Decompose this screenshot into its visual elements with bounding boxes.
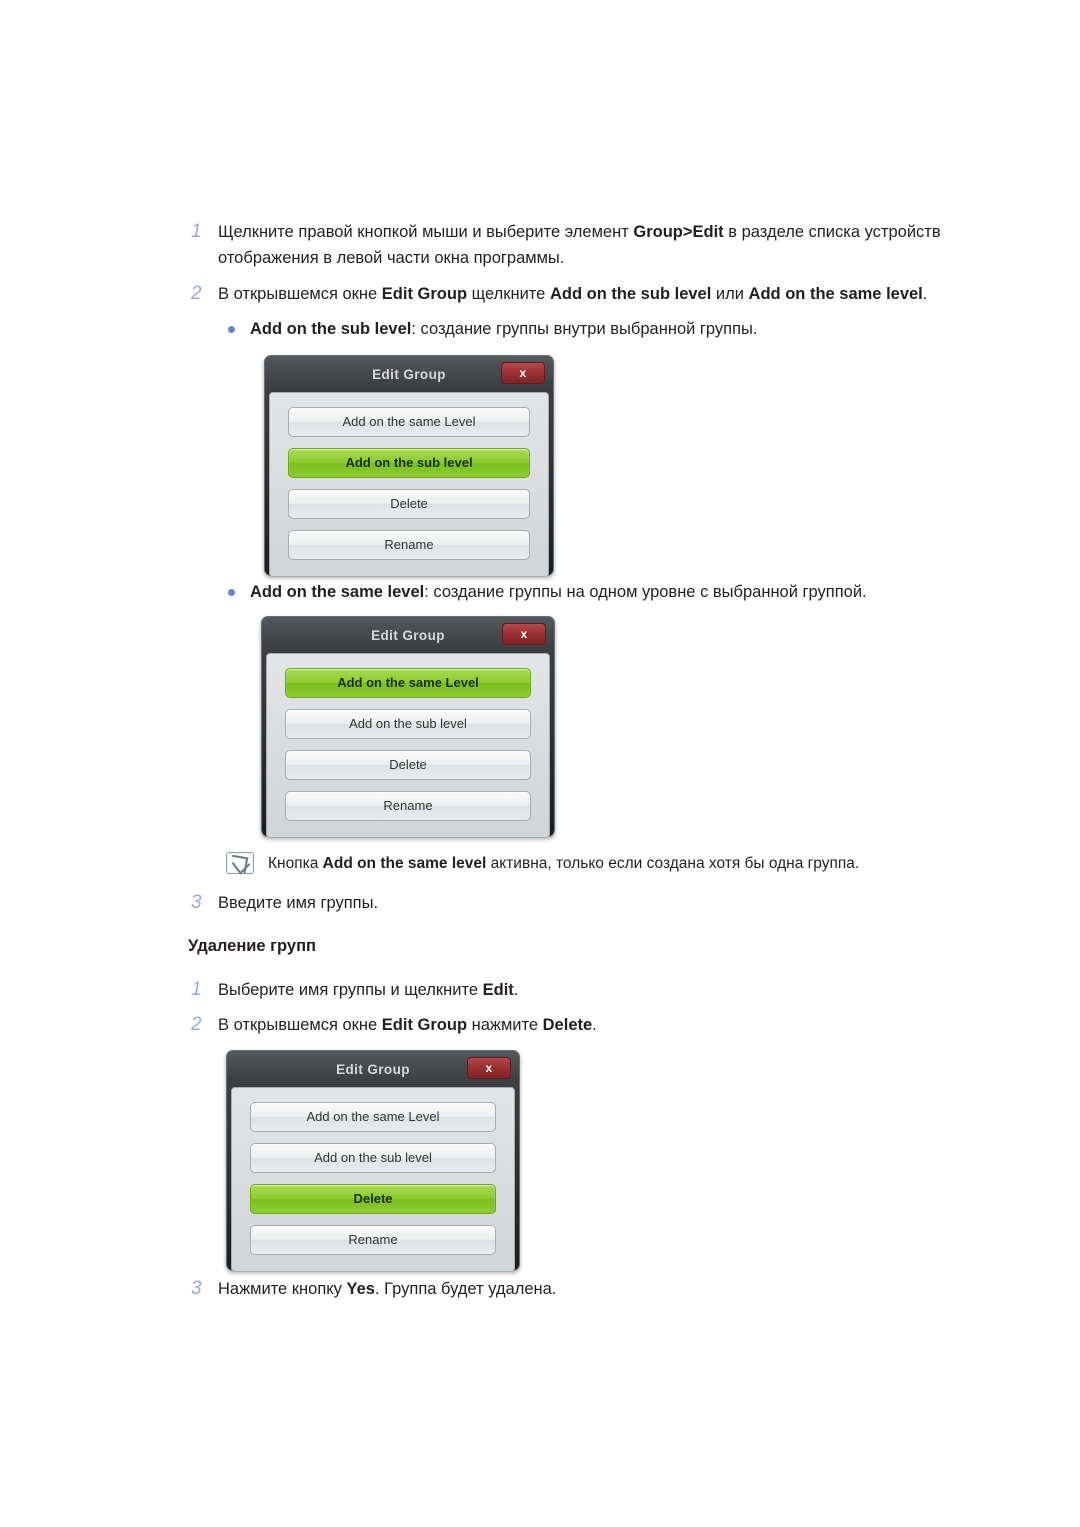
step-1-text: Щелкните правой кнопкой мыши и выберите … xyxy=(218,219,948,271)
dialog-1-btn-add-sub-level[interactable]: Add on the sub level xyxy=(288,448,530,478)
step-3-number: 3 xyxy=(191,892,202,913)
delete-step-3-text-part-a: Нажмите кнопку xyxy=(218,1280,347,1298)
delete-step-2-text-part-c: . xyxy=(592,1016,597,1034)
dialog-3-btn-add-same-level[interactable]: Add on the same Level xyxy=(250,1102,496,1132)
note-text: Кнопка Add on the same level активна, то… xyxy=(268,852,859,876)
note-pencil-icon xyxy=(226,852,254,874)
bullet-dot-icon xyxy=(228,580,250,596)
delete-step-2-number: 2 xyxy=(191,1014,202,1035)
dialog-1-titlebar: Edit Group x xyxy=(269,360,549,392)
bullet-same-level-text: Add on the same level: создание группы н… xyxy=(250,580,867,604)
bullet-dot-icon xyxy=(228,317,250,333)
dialog-3-body: Add on the same Level Add on the sub lev… xyxy=(231,1087,515,1272)
delete-step-3-bold-yes: Yes xyxy=(346,1280,375,1298)
step-1-text-part-a: Щелкните правой кнопкой мыши и выберите … xyxy=(218,223,634,241)
close-icon[interactable]: x xyxy=(502,623,546,645)
step-3-text: Введите имя группы. xyxy=(218,894,379,912)
bullet-sub-level: Add on the sub level: создание группы вн… xyxy=(228,317,1028,341)
delete-step-3-number: 3 xyxy=(191,1278,202,1299)
step-1: 1 Щелкните правой кнопкой мыши и выберит… xyxy=(188,219,948,271)
step-2-bold-edit-group: Edit Group xyxy=(381,285,468,303)
dialog-2-btn-add-same-level[interactable]: Add on the same Level xyxy=(285,668,531,698)
note-text-part-a: Кнопка xyxy=(268,855,323,872)
step-2-text-part-d: . xyxy=(922,285,928,303)
bullet-sub-level-text: Add on the sub level: создание группы вн… xyxy=(250,317,758,341)
delete-step-1-number: 1 xyxy=(191,979,202,1000)
bullet-2-bold: Add on the same level xyxy=(250,583,425,601)
delete-step-1-text: Выберите имя группы и щелкните Edit. xyxy=(218,977,518,1003)
step-3: 3 Введите имя группы. xyxy=(188,890,788,916)
dialog-1-body: Add on the same Level Add on the sub lev… xyxy=(269,392,549,577)
section-heading-delete-groups: Удаление групп xyxy=(188,937,317,955)
dialog-1-btn-rename[interactable]: Rename xyxy=(288,530,530,560)
delete-step-1-bold-edit: Edit xyxy=(482,981,514,999)
dialog-1-btn-delete[interactable]: Delete xyxy=(288,489,530,519)
delete-step-2-bold-delete: Delete xyxy=(542,1016,593,1034)
note-callout: Кнопка Add on the same level активна, то… xyxy=(226,852,1026,876)
edit-group-dialog-sub-level[interactable]: Edit Group x Add on the same Level Add o… xyxy=(264,355,554,577)
step-1-number: 1 xyxy=(191,221,202,242)
delete-step-1: 1 Выберите имя группы и щелкните Edit. xyxy=(188,977,888,1003)
dialog-3-title: Edit Group xyxy=(336,1062,410,1077)
dialog-2-title: Edit Group xyxy=(371,628,445,643)
edit-group-dialog-same-level[interactable]: Edit Group x Add on the same Level Add o… xyxy=(261,616,555,838)
dialog-2-titlebar: Edit Group x xyxy=(266,621,550,653)
step-2-number: 2 xyxy=(191,283,202,304)
delete-step-2-text-part-a: В открывшемся окне xyxy=(218,1016,382,1034)
step-1-bold-group-edit: Group>Edit xyxy=(633,223,724,241)
dialog-2-btn-add-sub-level[interactable]: Add on the sub level xyxy=(285,709,531,739)
delete-step-2-text-part-b: нажмите xyxy=(467,1016,543,1034)
dialog-1-title: Edit Group xyxy=(372,367,446,382)
bullet-1-bold: Add on the sub level xyxy=(250,320,412,338)
step-2-text: В открывшемся окне Edit Group щелкните A… xyxy=(218,281,927,307)
close-icon[interactable]: x xyxy=(501,362,545,384)
delete-step-2: 2 В открывшемся окне Edit Group нажмите … xyxy=(188,1012,888,1038)
dialog-2-body: Add on the same Level Add on the sub lev… xyxy=(266,653,550,838)
step-2-bold-sub-level: Add on the sub level xyxy=(549,285,712,303)
dialog-3-btn-rename[interactable]: Rename xyxy=(250,1225,496,1255)
edit-group-dialog-delete[interactable]: Edit Group x Add on the same Level Add o… xyxy=(226,1050,520,1272)
bullet-same-level: Add on the same level: создание группы н… xyxy=(228,580,1058,604)
step-2: 2 В открывшемся окне Edit Group щелкните… xyxy=(188,281,1008,307)
note-text-part-b: активна, только если создана хотя бы одн… xyxy=(486,855,860,872)
dialog-2-btn-rename[interactable]: Rename xyxy=(285,791,531,821)
dialog-3-btn-add-sub-level[interactable]: Add on the sub level xyxy=(250,1143,496,1173)
delete-step-3-text-part-b: . Группа будет удалена. xyxy=(374,1280,557,1298)
bullet-1-text: : создание группы внутри выбранной групп… xyxy=(411,320,758,338)
delete-step-3-text: Нажмите кнопку Yes. Группа будет удалена… xyxy=(218,1276,556,1302)
dialog-2-btn-delete[interactable]: Delete xyxy=(285,750,531,780)
delete-step-2-bold-edit-group: Edit Group xyxy=(381,1016,468,1034)
close-icon[interactable]: x xyxy=(467,1057,511,1079)
step-2-text-part-c: или xyxy=(711,285,749,303)
note-bold: Add on the same level xyxy=(322,855,487,872)
delete-step-2-text: В открывшемся окне Edit Group нажмите De… xyxy=(218,1012,597,1038)
delete-step-1-text-part-a: Выберите имя группы и щелкните xyxy=(218,981,483,999)
dialog-3-titlebar: Edit Group x xyxy=(231,1055,515,1087)
step-2-bold-same-level: Add on the same level xyxy=(748,285,923,303)
dialog-3-btn-delete[interactable]: Delete xyxy=(250,1184,496,1214)
step-2-text-part-b: щелкните xyxy=(467,285,550,303)
delete-step-1-text-part-b: . xyxy=(513,981,519,999)
delete-step-3: 3 Нажмите кнопку Yes. Группа будет удале… xyxy=(188,1276,888,1302)
dialog-1-btn-add-same-level[interactable]: Add on the same Level xyxy=(288,407,530,437)
bullet-2-text: : создание группы на одном уровне с выбр… xyxy=(424,583,867,601)
document-page: 1 Щелкните правой кнопкой мыши и выберит… xyxy=(0,0,1080,1527)
step-2-text-part-a: В открывшемся окне xyxy=(218,285,382,303)
